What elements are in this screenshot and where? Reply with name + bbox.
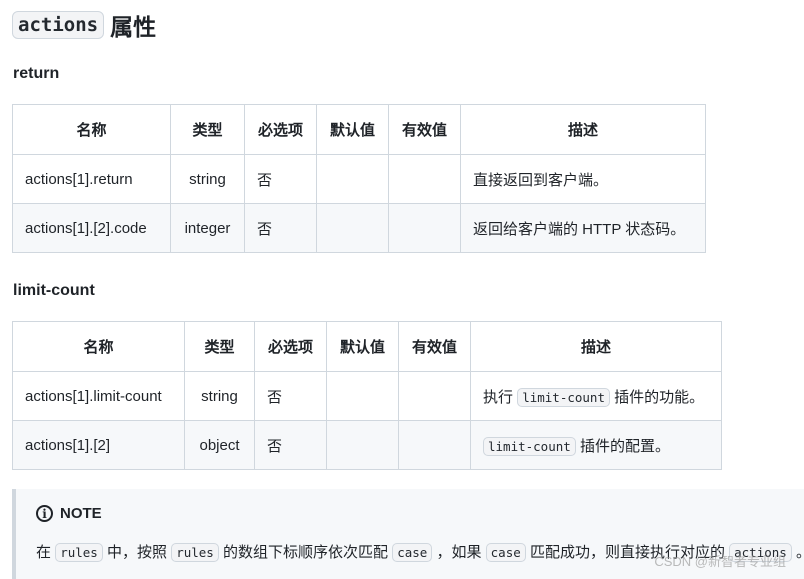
header-name: 名称 <box>12 104 171 155</box>
header-default: 默认值 <box>326 321 399 372</box>
note-code: case <box>392 543 433 562</box>
header-name: 名称 <box>12 321 185 372</box>
title-code: actions <box>12 11 105 39</box>
header-desc: 描述 <box>460 104 706 155</box>
limit-count-table: 名称 类型 必选项 默认值 有效值 描述 actions[1].limit-co… <box>12 321 722 470</box>
cell-default <box>326 371 399 421</box>
info-icon: i <box>36 505 53 522</box>
table-header-row: 名称 类型 必选项 默认值 有效值 描述 <box>12 321 722 372</box>
table-row: actions[1].[2] object 否 limit-count 插件的配… <box>12 420 722 470</box>
desc-text: 执行 <box>483 388 514 406</box>
note-code: case <box>485 543 526 562</box>
header-desc: 描述 <box>470 321 722 372</box>
cell-type: integer <box>170 203 245 253</box>
cell-default <box>316 154 389 204</box>
cell-valid <box>388 154 461 204</box>
note-text: ，如果 <box>436 544 482 561</box>
cell-required: 否 <box>254 371 327 421</box>
desc-text: 插件的配置。 <box>579 437 670 455</box>
cell-required: 否 <box>254 420 327 470</box>
desc-text: 插件的功能。 <box>614 388 705 406</box>
note-title: i NOTE <box>36 505 102 522</box>
cell-default <box>326 420 399 470</box>
cell-name: actions[1].[2].code <box>12 203 171 253</box>
section-title-limit-count: limit-count <box>13 282 95 299</box>
table-row: actions[1].return string 否 直接返回到客户端。 <box>12 154 706 204</box>
cell-name: actions[1].[2] <box>12 420 185 470</box>
cell-desc: limit-count 插件的配置。 <box>470 420 722 470</box>
watermark: CSDN @新智者专业组 <box>654 554 786 569</box>
note-code: rules <box>171 543 219 562</box>
header-required: 必选项 <box>244 104 317 155</box>
table-row: actions[1].[2].code integer 否 返回给客户端的 HT… <box>12 203 706 253</box>
cell-default <box>316 203 389 253</box>
header-required: 必选项 <box>254 321 327 372</box>
cell-desc: 直接返回到客户端。 <box>460 154 706 204</box>
cell-required: 否 <box>244 203 317 253</box>
note-text: 。 <box>796 544 804 561</box>
note-text: 在 <box>36 544 52 561</box>
cell-required: 否 <box>244 154 317 204</box>
desc-code: limit-count <box>517 387 610 407</box>
table-row: actions[1].limit-count string 否 执行 limit… <box>12 371 722 421</box>
cell-name: actions[1].limit-count <box>12 371 185 421</box>
cell-type: string <box>184 371 255 421</box>
note-text: 的数组下标顺序依次匹配 <box>223 544 389 561</box>
section-title-return: return <box>13 65 60 82</box>
cell-valid <box>388 203 461 253</box>
return-table: 名称 类型 必选项 默认值 有效值 描述 actions[1].return s… <box>12 104 706 253</box>
note-text: 中，按照 <box>107 544 168 561</box>
cell-type: object <box>184 420 255 470</box>
header-type: 类型 <box>184 321 255 372</box>
header-default: 默认值 <box>316 104 389 155</box>
cell-valid <box>398 420 471 470</box>
header-valid: 有效值 <box>398 321 471 372</box>
cell-type: string <box>170 154 245 204</box>
note-title-text: NOTE <box>60 505 102 522</box>
desc-code: limit-count <box>483 436 576 456</box>
header-valid: 有效值 <box>388 104 461 155</box>
title-text: 属性 <box>110 14 157 40</box>
page-title: actions 属性 <box>12 8 156 42</box>
header-type: 类型 <box>170 104 245 155</box>
note-code: rules <box>55 543 103 562</box>
cell-name: actions[1].return <box>12 154 171 204</box>
table-header-row: 名称 类型 必选项 默认值 有效值 描述 <box>12 104 706 155</box>
cell-desc: 执行 limit-count 插件的功能。 <box>470 371 722 421</box>
cell-desc: 返回给客户端的 HTTP 状态码。 <box>460 203 706 253</box>
cell-valid <box>398 371 471 421</box>
